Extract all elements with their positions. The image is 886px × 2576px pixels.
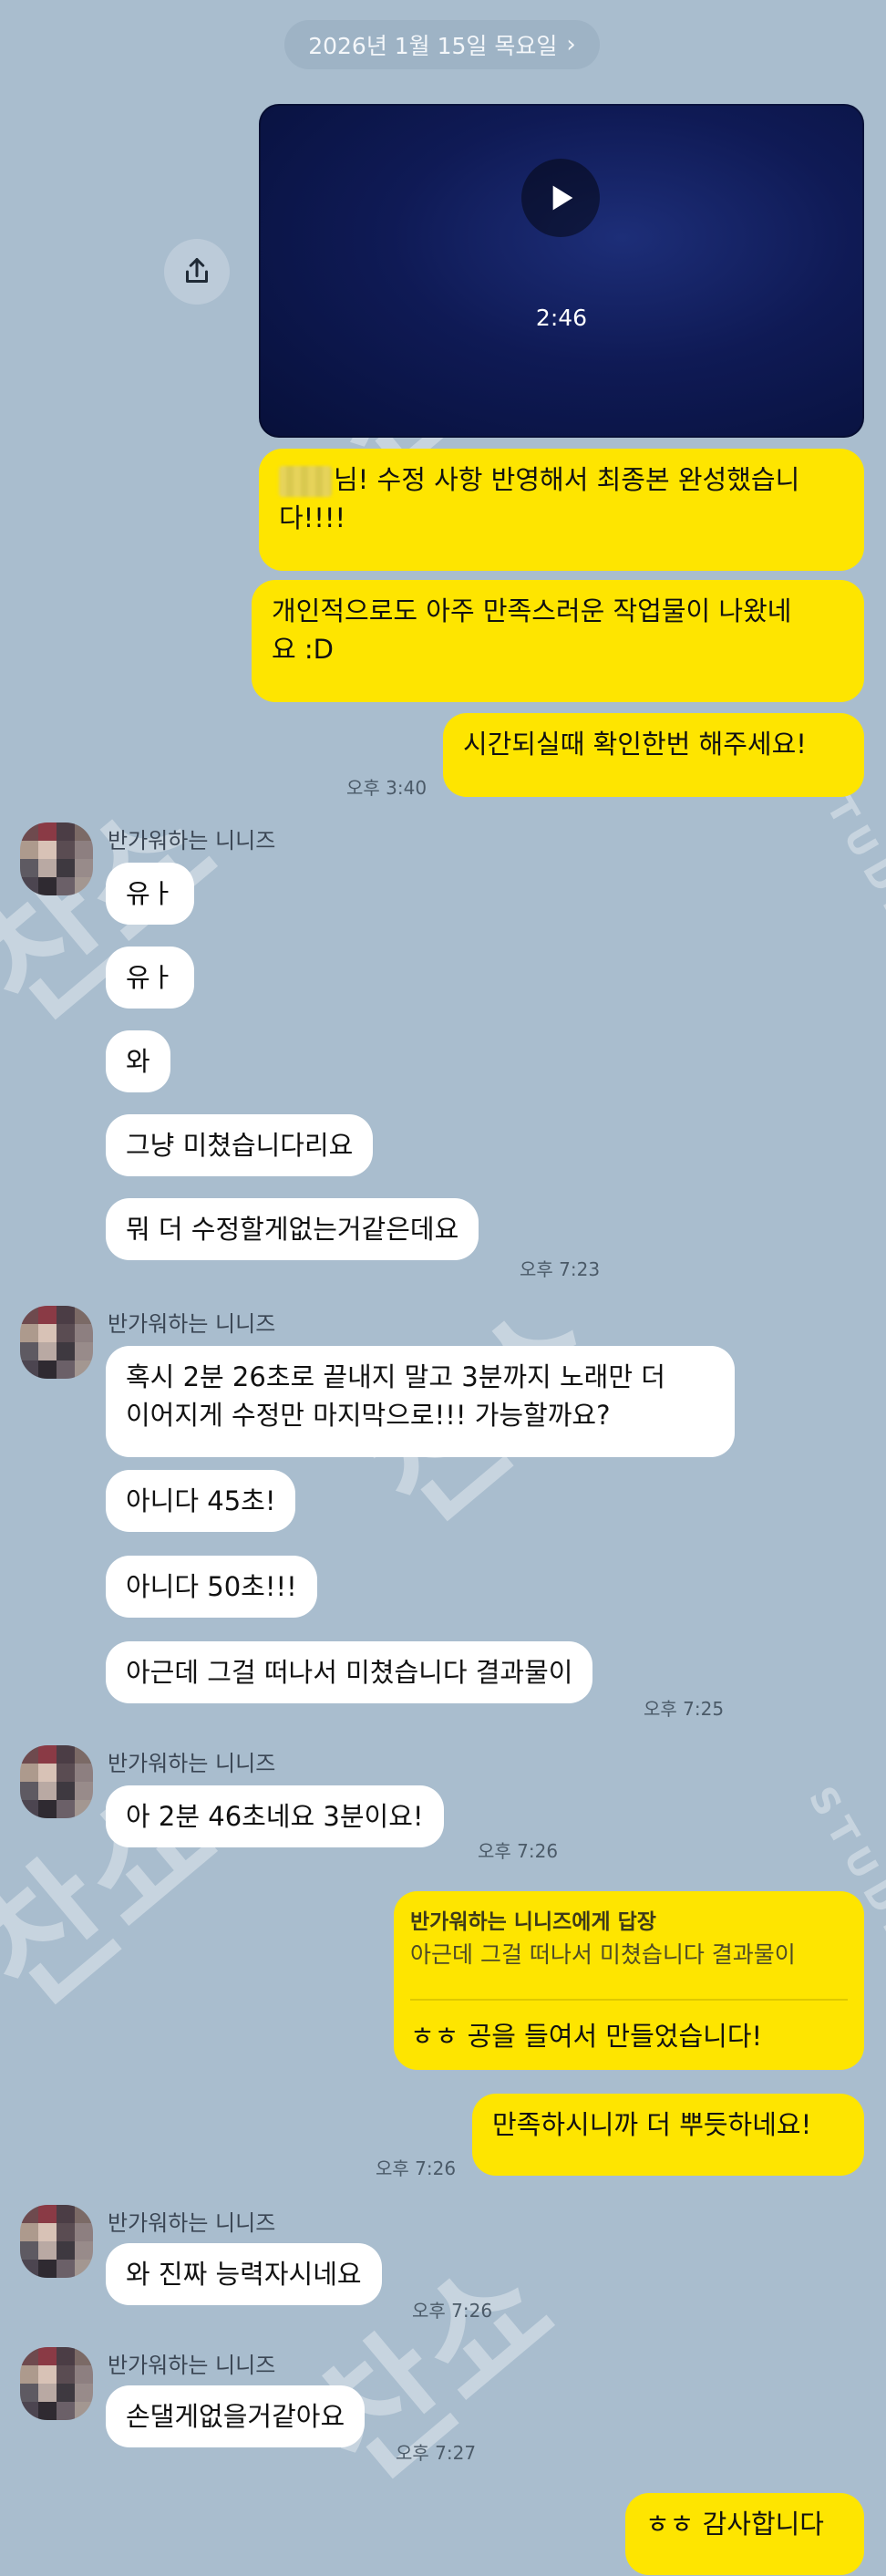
message-text: 아니다 45초! <box>126 1485 276 1516</box>
my-message[interactable]: 님! 수정 사항 반영해서 최종본 완성했습니 다!!!! <box>259 449 864 571</box>
sender-name: 반가워하는 니니즈 <box>108 1751 276 1776</box>
my-message[interactable]: ㅎㅎ 감사합니다 <box>625 2493 864 2575</box>
play-icon <box>552 185 573 211</box>
message-text: 유ㅏ <box>126 962 175 993</box>
share-icon <box>186 258 208 283</box>
message-time: 오후 7:27 <box>396 2442 477 2464</box>
message-text: 혹시 2분 26초로 끝내지 말고 3분까지 노래만 더 <box>126 1361 665 1392</box>
message-time: 오후 7:25 <box>644 1698 725 1720</box>
message-text: 님! 수정 사항 반영해서 최종본 완성했습니 <box>334 464 800 495</box>
message-text: 와 진짜 능력자시네요 <box>126 2259 362 2290</box>
avatar[interactable] <box>20 1745 93 1818</box>
message-text: 손댈게없을거같아요 <box>126 2401 345 2432</box>
their-message[interactable]: 아근데 그걸 떠나서 미쳤습니다 결과물이 <box>106 1641 593 1703</box>
video-thumbnail[interactable]: 2:46 <box>259 104 864 438</box>
message-text: 유ㅏ <box>126 878 175 909</box>
message-text: 아근데 그걸 떠나서 미쳤습니다 결과물이 <box>126 1657 573 1688</box>
their-message[interactable]: 아 2분 46초네요 3분이요! <box>106 1785 444 1847</box>
message-text: 다!!!! <box>279 502 346 533</box>
sender-name: 반가워하는 니니즈 <box>108 828 276 853</box>
reply-message[interactable]: 반가워하는 니니즈에게 답장 아근데 그걸 떠나서 미쳤습니다 결과물이 ㅎㅎ … <box>394 1891 864 2070</box>
avatar[interactable] <box>20 822 93 895</box>
their-message[interactable]: 아니다 45초! <box>106 1470 296 1532</box>
my-message[interactable]: 개인적으로도 아주 만족스러운 작업물이 나왔네 요 :D <box>252 580 864 702</box>
message-text: 만족하시니까 더 뿌듯하네요! <box>492 2109 812 2140</box>
sender-name: 반가워하는 니니즈 <box>108 2210 276 2236</box>
their-message[interactable]: 손댈게없을거같아요 <box>106 2385 366 2447</box>
video-duration: 2:46 <box>535 305 588 331</box>
their-message[interactable]: 유ㅏ <box>106 947 195 1009</box>
play-button[interactable] <box>521 159 600 237</box>
reply-divider <box>410 1999 848 2001</box>
message-text: 아 2분 46초네요 3분이요! <box>126 1801 424 1832</box>
avatar[interactable] <box>20 2347 93 2420</box>
message-text: 시간되실때 확인한번 해주세요! <box>463 729 807 760</box>
date-divider[interactable]: 2026년 1월 15일 목요일 › <box>284 20 600 69</box>
message-time: 오후 7:23 <box>520 1258 601 1280</box>
share-button[interactable] <box>164 239 230 305</box>
chevron-right-icon: › <box>566 31 576 58</box>
message-time: 오후 3:40 <box>346 777 428 799</box>
message-text: 뭐 더 수정할게없는거같은데요 <box>126 1214 459 1245</box>
their-message[interactable]: 와 <box>106 1030 170 1092</box>
sender-name: 반가워하는 니니즈 <box>108 2353 276 2378</box>
their-message[interactable]: 뭐 더 수정할게없는거같은데요 <box>106 1198 479 1260</box>
reply-quoted-text: 아근데 그걸 떠나서 미쳤습니다 결과물이 <box>410 1941 796 1968</box>
their-message[interactable]: 그냥 미쳤습니다리요 <box>106 1114 374 1176</box>
message-text: 아니다 50초!!! <box>126 1571 297 1602</box>
date-label: 2026년 1월 15일 목요일 <box>308 33 558 59</box>
message-time: 오후 7:26 <box>478 1840 559 1862</box>
reply-header: 반가워하는 니니즈에게 답장 <box>410 1910 656 1934</box>
message-text: 와 <box>126 1046 150 1077</box>
message-text: 그냥 미쳤습니다리요 <box>126 1130 354 1161</box>
message-text: 이어지게 수정만 마지막으로!!! 가능할까요? <box>126 1400 611 1431</box>
message-time: 오후 7:26 <box>412 2300 493 2322</box>
their-message[interactable]: 혹시 2분 26초로 끝내지 말고 3분까지 노래만 더 이어지게 수정만 마지… <box>106 1346 735 1457</box>
their-message[interactable]: 아니다 50초!!! <box>106 1556 317 1618</box>
sender-name: 반가워하는 니니즈 <box>108 1311 276 1337</box>
message-text: ㅎㅎ 감사합니다 <box>645 2509 824 2540</box>
my-message[interactable]: 만족하시니까 더 뿌듯하네요! <box>472 2094 864 2176</box>
message-text: 요 :D <box>272 634 334 665</box>
message-time: 오후 7:26 <box>376 2157 457 2179</box>
their-message[interactable]: 와 진짜 능력자시네요 <box>106 2243 382 2305</box>
avatar[interactable] <box>20 1306 93 1379</box>
blurred-name <box>279 466 332 497</box>
message-text: ㅎㅎ 공을 들여서 만들었습니다! <box>410 2021 763 2052</box>
my-message[interactable]: 시간되실때 확인한번 해주세요! <box>443 713 864 797</box>
their-message[interactable]: 유ㅏ <box>106 863 195 925</box>
avatar[interactable] <box>20 2205 93 2278</box>
message-text: 개인적으로도 아주 만족스러운 작업물이 나왔네 <box>272 595 792 626</box>
